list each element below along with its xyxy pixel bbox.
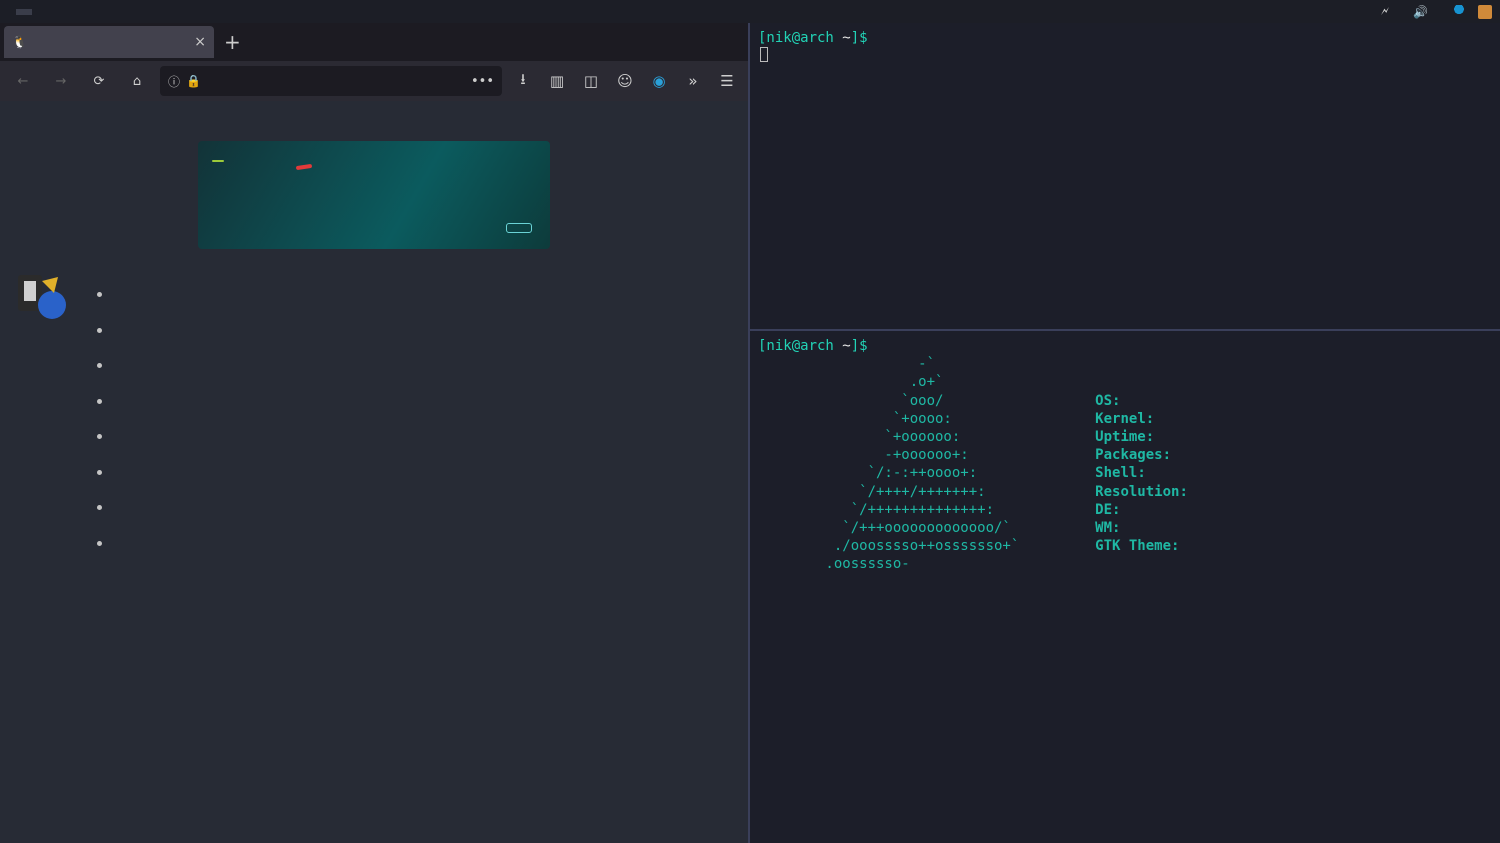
ad-cta-button[interactable] <box>506 223 532 233</box>
workspace-3[interactable] <box>16 9 32 15</box>
library-icon[interactable]: ▥ <box>544 68 570 94</box>
account-icon[interactable]: ☺ <box>612 68 638 94</box>
page-content <box>0 101 748 843</box>
arch-icon <box>1452 5 1466 19</box>
overflow-icon[interactable]: » <box>680 68 706 94</box>
volume-indicator[interactable]: 🔊 <box>1413 5 1428 19</box>
workspace-switcher <box>0 9 48 15</box>
favicon-icon: 🐧 <box>12 35 26 49</box>
ad-banner[interactable] <box>198 141 550 249</box>
close-tab-icon[interactable]: × <box>194 34 206 50</box>
extension-icon[interactable]: ◉ <box>646 68 672 94</box>
page-actions-icon[interactable]: ••• <box>471 74 494 89</box>
reload-button[interactable]: ⟳ <box>84 66 114 96</box>
browser-toolbar: ← → ⟳ ⌂ ⓘ 🔒 ••• ⭳ ▥ ◫ ☺ ◉ » ☰ <box>0 61 748 101</box>
forward-button[interactable]: → <box>46 66 76 96</box>
new-tab-button[interactable]: + <box>214 30 251 54</box>
article-icon <box>14 269 70 325</box>
workspace-1[interactable] <box>0 9 16 15</box>
terminal-2[interactable]: [nik@arch ~]$ -` .o+` `ooo/ OS: `+oooo: … <box>750 331 1500 843</box>
cursor-icon <box>760 47 768 62</box>
sidebar-icon[interactable]: ◫ <box>578 68 604 94</box>
system-tray: 🗲 🔊 <box>1381 4 1500 19</box>
menu-icon[interactable]: ☰ <box>714 68 740 94</box>
downloads-icon[interactable]: ⭳ <box>510 68 536 94</box>
address-bar[interactable]: ⓘ 🔒 ••• <box>160 66 502 96</box>
ad-badge <box>212 160 224 162</box>
browser-tab[interactable]: 🐧 × <box>4 26 214 58</box>
battery-indicator: 🗲 <box>1381 4 1389 19</box>
lock-icon: 🔒 <box>186 74 201 88</box>
power-icon[interactable] <box>1478 5 1492 19</box>
terminal-1[interactable]: [nik@arch ~]$ <box>750 23 1500 331</box>
browser-tab-strip: 🐧 × + <box>0 23 748 61</box>
ad-tag <box>296 164 312 170</box>
site-info-icon[interactable]: ⓘ <box>168 73 180 90</box>
system-topbar: 🗲 🔊 <box>0 0 1500 23</box>
terminal-column: [nik@arch ~]$ [nik@arch ~]$ -` .o+` `ooo… <box>750 23 1500 843</box>
home-button[interactable]: ⌂ <box>122 66 152 96</box>
back-button[interactable]: ← <box>8 66 38 96</box>
workspace-10[interactable] <box>32 9 48 15</box>
firefox-window: 🐧 × + ← → ⟳ ⌂ ⓘ 🔒 ••• ⭳ ▥ ◫ ☺ ◉ » ☰ <box>0 23 750 843</box>
